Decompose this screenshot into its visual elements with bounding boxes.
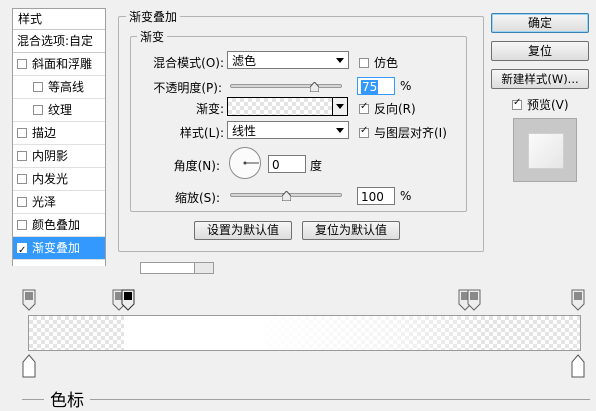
style-item[interactable]: 描边 [13, 122, 105, 145]
color-stop-icon[interactable] [121, 289, 135, 311]
preview-checkbox[interactable]: 预览(V) [512, 96, 569, 113]
gradient-preview-swatch[interactable] [227, 97, 333, 116]
style-item-label: 光泽 [32, 195, 57, 209]
color-stops-title: 色标 [44, 386, 90, 411]
reverse-label: 反向(R) [374, 102, 416, 116]
align-label: 与图层对齐(I) [374, 126, 447, 140]
opacity-input[interactable]: 75 [357, 77, 395, 95]
preview-label: 预览(V) [527, 98, 569, 112]
style-item-checkbox[interactable] [17, 174, 27, 184]
new-style-button[interactable]: 新建样式(W)... [491, 69, 589, 89]
style-item-checkbox[interactable] [17, 59, 27, 69]
gradient-editor: 色标 [0, 262, 596, 411]
align-check-icon [359, 125, 369, 138]
blend-options-item[interactable]: 混合选项:自定 [13, 30, 105, 53]
angle-unit: 度 [310, 159, 323, 173]
dither-checkbox[interactable]: 仿色 [359, 54, 398, 71]
dither-label: 仿色 [374, 56, 399, 70]
angle-input[interactable]: 0 [268, 155, 306, 173]
opacity-slider-track[interactable] [230, 84, 342, 88]
ok-button[interactable]: 确定 [491, 13, 589, 33]
style-item-label: 描边 [32, 126, 57, 140]
blend-mode-select[interactable]: 滤色 [227, 51, 349, 69]
opacity-unit: % [400, 79, 412, 93]
opacity-label: 不透明度(P): [153, 81, 222, 95]
style-item-label: 等高线 [48, 80, 85, 94]
styles-list: 样式 混合选项:自定 斜面和浮雕等高线纹理描边内阴影内发光光泽颜色叠加渐变叠加 [12, 8, 106, 268]
scale-input[interactable]: 100 [357, 187, 395, 205]
gradient-bar[interactable] [28, 315, 581, 351]
reverse-check-icon [359, 101, 369, 114]
style-item[interactable]: 等高线 [13, 76, 105, 99]
color-stop-icon[interactable] [22, 289, 36, 311]
color-stop-icon[interactable] [467, 289, 481, 311]
color-stop-icon[interactable] [571, 354, 585, 378]
make-default-button[interactable]: 设置为默认值 [194, 221, 292, 240]
style-item-label: 渐变叠加 [32, 241, 81, 255]
style-item-checkbox[interactable] [33, 105, 43, 115]
angle-dial-icon[interactable] [228, 146, 262, 180]
editor-top-dropdown [194, 262, 214, 274]
gradient-overlay-title: 渐变叠加 [126, 8, 181, 25]
blend-mode-value: 滤色 [232, 54, 257, 68]
preview-check-icon [512, 97, 522, 110]
gradient-subgroup-title: 渐变 [137, 28, 168, 45]
style-item-checkbox[interactable] [17, 151, 27, 161]
style-item[interactable]: 光泽 [13, 191, 105, 214]
scale-unit: % [400, 189, 412, 203]
angle-label: 角度(N): [173, 159, 220, 173]
color-stop-icon[interactable] [571, 289, 585, 311]
style-item-checkbox[interactable] [33, 82, 43, 92]
chevron-down-icon [336, 58, 344, 63]
reset-default-button[interactable]: 复位为默认值 [302, 221, 400, 240]
scale-label: 缩放(S): [174, 191, 220, 205]
style-item-label: 斜面和浮雕 [32, 57, 93, 71]
style-item[interactable]: 渐变叠加 [13, 237, 105, 262]
chevron-down-icon [336, 104, 344, 109]
style-select[interactable]: 线性 [227, 121, 349, 139]
preview-thumbnail [513, 118, 577, 182]
style-item[interactable]: 内阴影 [13, 145, 105, 168]
align-checkbox[interactable]: 与图层对齐(I) [359, 124, 447, 141]
style-item-label: 内发光 [32, 172, 69, 186]
style-item[interactable]: 内发光 [13, 168, 105, 191]
style-item-label: 颜色叠加 [32, 218, 81, 232]
gradient-label: 渐变: [195, 102, 224, 116]
color-stops-divider [22, 399, 590, 400]
reset-button[interactable]: 复位 [491, 41, 589, 61]
style-item-label: 内阴影 [32, 149, 69, 163]
color-stop-icon[interactable] [22, 354, 36, 378]
style-value: 线性 [232, 124, 257, 138]
chevron-down-icon [336, 128, 344, 133]
styles-title: 样式 [13, 9, 105, 30]
style-item-checkbox[interactable] [17, 240, 27, 262]
angle-value: 0 [272, 158, 280, 172]
style-item-checkbox[interactable] [17, 197, 27, 207]
style-item[interactable]: 颜色叠加 [13, 214, 105, 237]
style-item[interactable]: 纹理 [13, 99, 105, 122]
opacity-slider-thumb[interactable] [309, 82, 319, 92]
reverse-checkbox[interactable]: 反向(R) [359, 100, 416, 117]
style-item[interactable]: 斜面和浮雕 [13, 53, 105, 76]
dither-check-icon [359, 58, 369, 68]
blend-mode-label: 混合模式(O): [153, 56, 224, 70]
style-item-checkbox[interactable] [17, 128, 27, 138]
style-item-label: 纹理 [48, 103, 73, 117]
style-label: 样式(L): [179, 126, 224, 140]
gradient-dropdown-button[interactable] [332, 97, 348, 116]
opacity-value: 75 [361, 80, 379, 94]
scale-value: 100 [361, 190, 384, 204]
scale-slider-thumb[interactable] [281, 191, 291, 201]
style-item-checkbox[interactable] [17, 220, 27, 230]
